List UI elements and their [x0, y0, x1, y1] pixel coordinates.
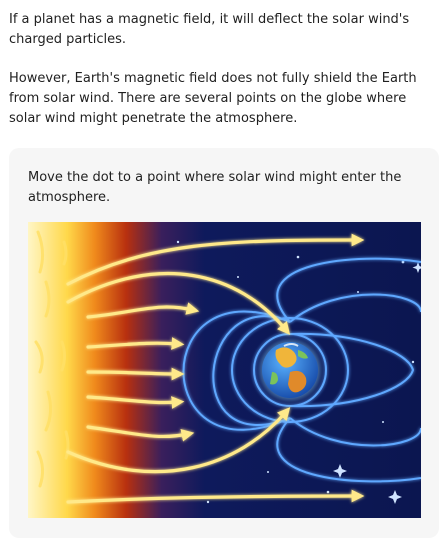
- activity-prompt: Move the dot to a point where solar wind…: [28, 170, 402, 205]
- space-background: [28, 222, 421, 518]
- magnetosphere-diagram[interactable]: [28, 222, 421, 518]
- intro-paragraph-1: If a planet has a magnetic field, it wil…: [9, 12, 410, 47]
- magnetosphere-svg[interactable]: [28, 222, 421, 518]
- earth-icon: [256, 336, 324, 404]
- activity-card: Move the dot to a point where solar wind…: [9, 148, 439, 538]
- intro-paragraph-2: However, Earth's magnetic field does not…: [9, 71, 417, 126]
